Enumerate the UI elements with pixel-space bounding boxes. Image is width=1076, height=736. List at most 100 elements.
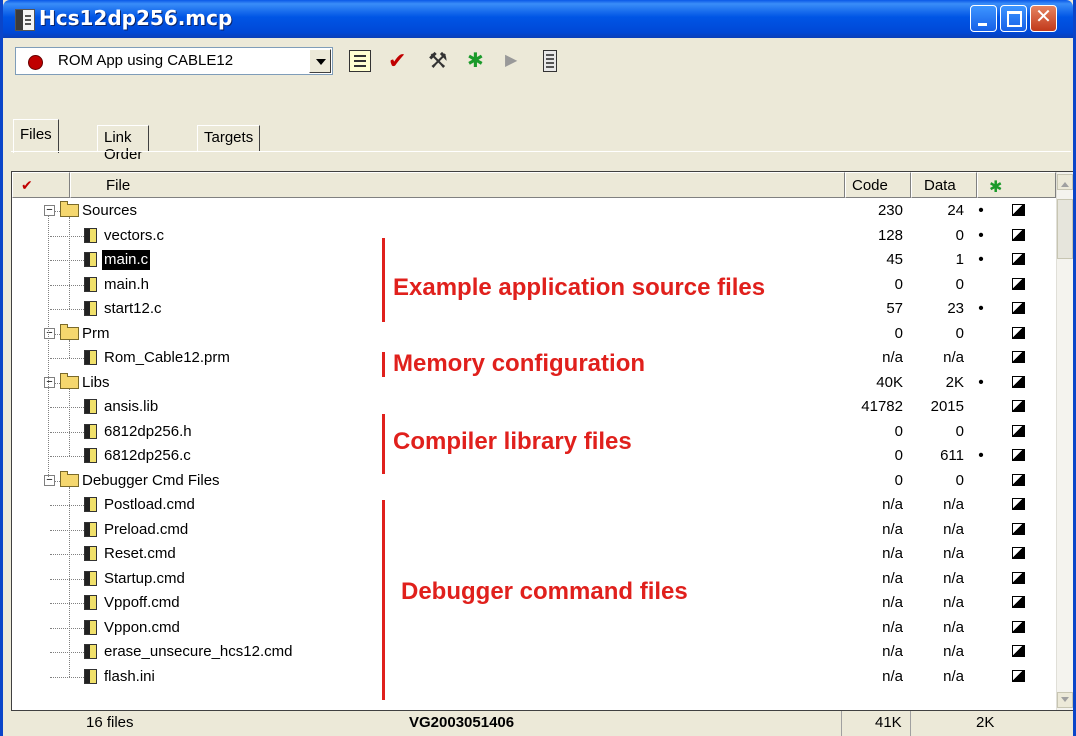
file-column-header[interactable]: File bbox=[70, 172, 845, 198]
collapse-icon[interactable]: − bbox=[44, 327, 55, 339]
folder-row[interactable]: − Sources 230 24 • bbox=[12, 199, 1056, 224]
file-row[interactable]: erase_unsecure_hcs12.cmd n/a n/a bbox=[12, 640, 1056, 665]
file-row[interactable]: ansis.lib 41782 2015 bbox=[12, 395, 1056, 420]
code-column-header[interactable]: Code bbox=[845, 172, 911, 198]
touch-icon[interactable] bbox=[1012, 228, 1025, 241]
file-row[interactable]: vectors.c 128 0 • bbox=[12, 224, 1056, 249]
touch-icon[interactable] bbox=[1012, 253, 1025, 265]
file-row[interactable]: main.c 45 1 • bbox=[12, 248, 1056, 273]
data-size: 0 bbox=[955, 226, 964, 244]
file-name: 6812dp256.h bbox=[104, 422, 192, 440]
source-file-icon bbox=[84, 252, 97, 267]
source-file-icon bbox=[84, 595, 97, 610]
make-icon[interactable]: ⚒ bbox=[428, 50, 450, 72]
debug-dot[interactable]: • bbox=[976, 371, 986, 395]
vertical-scrollbar[interactable] bbox=[1056, 172, 1073, 710]
collapse-icon[interactable]: − bbox=[44, 474, 55, 486]
code-size: n/a bbox=[882, 643, 903, 660]
group-name: Debugger Cmd Files bbox=[82, 471, 220, 489]
touch-icon[interactable] bbox=[1012, 498, 1025, 510]
group-name: Sources bbox=[82, 202, 138, 219]
folder-icon bbox=[60, 372, 79, 389]
target-select[interactable]: ROM App using CABLE12 bbox=[15, 47, 333, 75]
file-row[interactable]: Reset.cmd n/a n/a bbox=[12, 542, 1056, 567]
maximize-button[interactable] bbox=[1000, 5, 1027, 32]
file-row[interactable]: Vppon.cmd n/a n/a bbox=[12, 616, 1056, 641]
tree-connector bbox=[50, 358, 84, 359]
debug-dot[interactable]: • bbox=[976, 297, 986, 321]
tab-link-order[interactable]: Link Order bbox=[97, 125, 150, 163]
touch-icon[interactable] bbox=[1012, 620, 1025, 633]
tree-branch bbox=[69, 217, 70, 309]
source-file-icon bbox=[84, 644, 97, 659]
touch-icon[interactable] bbox=[1012, 571, 1025, 584]
tab-files[interactable]: Files bbox=[13, 119, 59, 153]
code-size: n/a bbox=[882, 349, 903, 366]
touch-icon[interactable] bbox=[1012, 473, 1025, 486]
touch-icon[interactable] bbox=[1012, 302, 1025, 314]
file-name: vectors.c bbox=[104, 226, 165, 244]
touch-icon[interactable] bbox=[1012, 351, 1025, 363]
scroll-up-icon[interactable] bbox=[1057, 174, 1073, 190]
project-inspector-icon[interactable] bbox=[543, 50, 557, 72]
tree-connector bbox=[50, 652, 84, 653]
scroll-down-icon[interactable] bbox=[1057, 692, 1073, 708]
annotation-sources: Example application source files bbox=[393, 274, 766, 301]
touch-icon[interactable] bbox=[1012, 424, 1025, 437]
debug-dot[interactable]: • bbox=[976, 444, 986, 468]
touch-icon[interactable] bbox=[1012, 669, 1025, 682]
file-row[interactable]: Preload.cmd n/a n/a bbox=[12, 518, 1056, 543]
annotation-bar-prm bbox=[382, 352, 385, 377]
touch-icon[interactable] bbox=[1012, 400, 1025, 412]
chevron-down-icon[interactable] bbox=[309, 49, 331, 73]
status-divider bbox=[910, 711, 911, 736]
touch-icon[interactable] bbox=[1012, 522, 1025, 535]
source-file-icon bbox=[84, 399, 97, 414]
scroll-thumb[interactable] bbox=[1057, 199, 1073, 259]
collapse-icon[interactable]: − bbox=[44, 376, 55, 388]
data-size: n/a bbox=[943, 569, 964, 587]
tab-targets[interactable]: Targets bbox=[197, 125, 261, 151]
debug-column-header-icon[interactable]: ✱ bbox=[977, 172, 1056, 198]
debug-icon[interactable]: ✱ bbox=[467, 50, 489, 72]
target-settings-icon[interactable] bbox=[349, 50, 371, 72]
code-size: 0 bbox=[894, 447, 903, 464]
code-size: n/a bbox=[882, 545, 903, 562]
synchronize-check-icon[interactable]: ✔ bbox=[388, 50, 410, 72]
folder-row[interactable]: − Debugger Cmd Files 0 0 bbox=[12, 469, 1056, 494]
file-row[interactable]: flash.ini n/a n/a bbox=[12, 665, 1056, 690]
run-icon[interactable]: ▶ bbox=[505, 50, 527, 72]
folder-row[interactable]: − Prm 0 0 bbox=[12, 322, 1056, 347]
touch-icon[interactable] bbox=[1012, 449, 1025, 461]
folder-icon bbox=[60, 470, 79, 487]
close-button[interactable]: ✕ bbox=[1030, 5, 1057, 32]
collapse-icon[interactable]: − bbox=[44, 205, 55, 216]
debug-dot[interactable]: • bbox=[976, 248, 986, 272]
source-file-icon bbox=[84, 570, 97, 586]
data-size: 0 bbox=[955, 471, 964, 489]
touch-icon[interactable] bbox=[1012, 375, 1025, 388]
data-column-header[interactable]: Data bbox=[911, 172, 977, 198]
touch-icon[interactable] bbox=[1012, 277, 1025, 290]
column-header: ✔ File Code Data ✱ bbox=[12, 172, 1056, 198]
code-size: 0 bbox=[894, 422, 903, 440]
title-bar[interactable]: Hcs12dp256.mcp ✕ bbox=[3, 0, 1073, 38]
code-size: 128 bbox=[877, 226, 903, 244]
debug-dot[interactable]: • bbox=[976, 224, 986, 248]
touch-icon[interactable] bbox=[1012, 645, 1025, 657]
file-row[interactable]: Postload.cmd n/a n/a bbox=[12, 493, 1056, 518]
annotation-bar-sources bbox=[382, 238, 385, 322]
group-name: Libs bbox=[82, 373, 110, 391]
touch-icon[interactable] bbox=[1012, 326, 1025, 339]
file-name: main.c bbox=[102, 250, 151, 270]
file-name: Preload.cmd bbox=[104, 520, 189, 538]
minimize-button[interactable] bbox=[970, 5, 997, 32]
check-column-header-icon[interactable]: ✔ bbox=[12, 172, 70, 198]
code-size: 57 bbox=[886, 300, 903, 317]
touch-icon[interactable] bbox=[1012, 547, 1025, 559]
source-file-icon bbox=[84, 546, 97, 561]
status-divider bbox=[841, 711, 842, 736]
touch-icon[interactable] bbox=[1012, 204, 1025, 216]
debug-dot[interactable]: • bbox=[976, 199, 986, 223]
touch-icon[interactable] bbox=[1012, 596, 1025, 608]
